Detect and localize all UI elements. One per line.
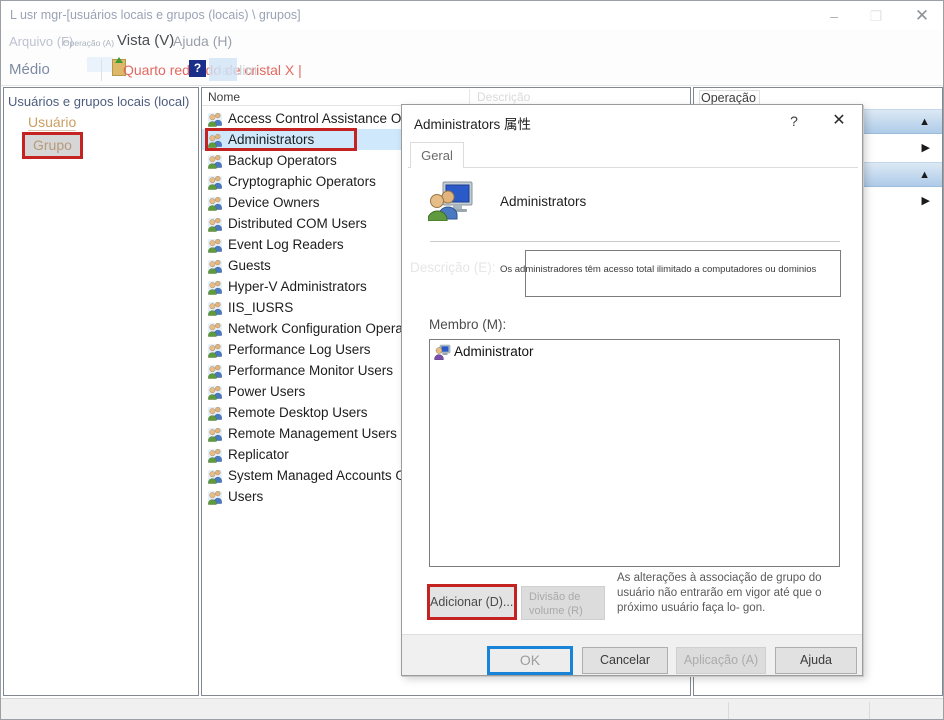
- group-name: Event Log Readers: [228, 237, 344, 252]
- group-icon: [207, 384, 223, 400]
- group-name: Guests: [228, 258, 271, 273]
- description-value: Os administradores têm acesso total ilim…: [500, 264, 845, 275]
- group-icon: [207, 174, 223, 190]
- group-name: Distributed COM Users: [228, 216, 367, 231]
- group-icon: [207, 153, 223, 169]
- group-name: Power Users: [228, 384, 305, 399]
- ok-button[interactable]: OK: [487, 646, 573, 675]
- tab-strip: Geral: [408, 141, 858, 168]
- group-name: Performance Monitor Users: [228, 363, 393, 378]
- tree-node-usuario[interactable]: Usuário: [28, 114, 76, 131]
- logon-note-text: As alterações à associação de grupo do u…: [617, 571, 859, 616]
- maximize-button[interactable]: ❐: [859, 5, 893, 27]
- dialog-help-icon[interactable]: ?: [782, 111, 806, 131]
- tree-node-grupo[interactable]: Grupo: [22, 132, 83, 159]
- group-icon: [207, 426, 223, 442]
- window-title: L usr mgr-[usuários locais e grupos (loc…: [10, 8, 301, 22]
- group-name: System Managed Accounts Gr: [228, 468, 410, 483]
- group-name: IIS_IUSRS: [228, 300, 293, 315]
- toolbar-separator: [101, 59, 102, 81]
- list-item[interactable]: Administrator: [430, 340, 839, 360]
- console-tree-panel: Usuários e grupos locais (local) Usuário…: [3, 87, 199, 696]
- dialog-close-icon[interactable]: ✕: [824, 110, 854, 131]
- separator-line: [430, 241, 840, 242]
- group-icon: [207, 258, 223, 274]
- group-name: Network Configuration Opera: [228, 321, 403, 336]
- column-divider: [469, 89, 470, 105]
- group-icon: [207, 300, 223, 316]
- group-icon: [207, 363, 223, 379]
- group-name: Device Owners: [228, 195, 320, 210]
- annotation-box-administrators: [205, 128, 357, 151]
- close-button[interactable]: ✕: [905, 5, 939, 27]
- group-icon: [207, 489, 223, 505]
- group-icon: [207, 447, 223, 463]
- statusbar-divider: [728, 702, 729, 719]
- members-listbox[interactable]: Administrator: [429, 339, 840, 567]
- tab-geral[interactable]: Geral: [410, 142, 464, 168]
- add-button[interactable]: Adicionar (D)...: [427, 584, 517, 620]
- members-label: Membro (M):: [429, 317, 506, 332]
- group-icon: [207, 405, 223, 421]
- toolbar-medio-label[interactable]: Médio: [9, 61, 50, 78]
- help-button[interactable]: Ajuda: [775, 647, 857, 674]
- group-name: Access Control Assistance Ope: [228, 111, 416, 126]
- group-name: Users: [228, 489, 263, 504]
- title-bar: L usr mgr-[usuários locais e grupos (loc…: [1, 1, 943, 29]
- ghost-highlight-box: [209, 58, 237, 81]
- group-name: Backup Operators: [228, 153, 337, 168]
- group-name: Hyper-V Administrators: [228, 279, 367, 294]
- group-icon: [207, 321, 223, 337]
- tree-root-node[interactable]: Usuários e grupos locais (local): [8, 94, 189, 109]
- group-properties-icon: [428, 181, 474, 221]
- properties-dialog: Administrators 属性 ? ✕ Geral Administrato…: [401, 104, 863, 676]
- toolbar: Médio Quarto redondo de cristal X | ? Ja…: [1, 55, 943, 86]
- group-icon: [207, 216, 223, 232]
- dialog-group-name: Administrators: [500, 194, 586, 209]
- collapse-icon: ▲: [919, 116, 930, 128]
- menu-bar: Arquivo (F) Operação (A) Vista (V) Ajuda…: [1, 29, 943, 55]
- expand-icon: ▶: [922, 194, 930, 207]
- menu-ajuda[interactable]: Ajuda (H): [173, 33, 232, 49]
- group-name: Remote Desktop Users: [228, 405, 368, 420]
- dialog-title: Administrators 属性: [414, 113, 531, 133]
- cancel-button[interactable]: Cancelar: [582, 647, 668, 674]
- group-name: Replicator: [228, 447, 289, 462]
- description-label: Descrição (E):: [410, 260, 496, 275]
- collapse-icon: ▲: [919, 169, 930, 181]
- group-icon: [207, 111, 223, 127]
- statusbar-divider: [869, 702, 870, 719]
- minimize-button[interactable]: –: [817, 5, 851, 27]
- ghost-highlight-box: [87, 57, 113, 72]
- group-name: Performance Log Users: [228, 342, 371, 357]
- menu-vista[interactable]: Vista (V): [117, 32, 174, 49]
- app-window: L usr mgr-[usuários locais e grupos (loc…: [0, 0, 944, 720]
- dialog-button-bar: OK Cancelar Aplicação (A) Ajuda: [402, 634, 862, 675]
- column-header-descricao[interactable]: Descrição: [477, 90, 530, 104]
- user-icon: [434, 344, 451, 360]
- status-bar: [1, 698, 944, 720]
- member-name: Administrator: [454, 344, 534, 359]
- group-icon: [207, 237, 223, 253]
- help-icon[interactable]: ?: [189, 60, 206, 77]
- column-header-nome[interactable]: Nome: [208, 90, 240, 104]
- menu-operacao[interactable]: Operação (A): [63, 38, 114, 48]
- expand-icon: ▶: [922, 141, 930, 154]
- group-icon: [207, 468, 223, 484]
- group-icon: [207, 279, 223, 295]
- group-name: Remote Management Users: [228, 426, 397, 441]
- group-name: Cryptographic Operators: [228, 174, 376, 189]
- apply-button[interactable]: Aplicação (A): [676, 647, 766, 674]
- group-icon: [207, 195, 223, 211]
- group-icon: [207, 342, 223, 358]
- remove-button[interactable]: Divisão de volume (R): [521, 586, 605, 620]
